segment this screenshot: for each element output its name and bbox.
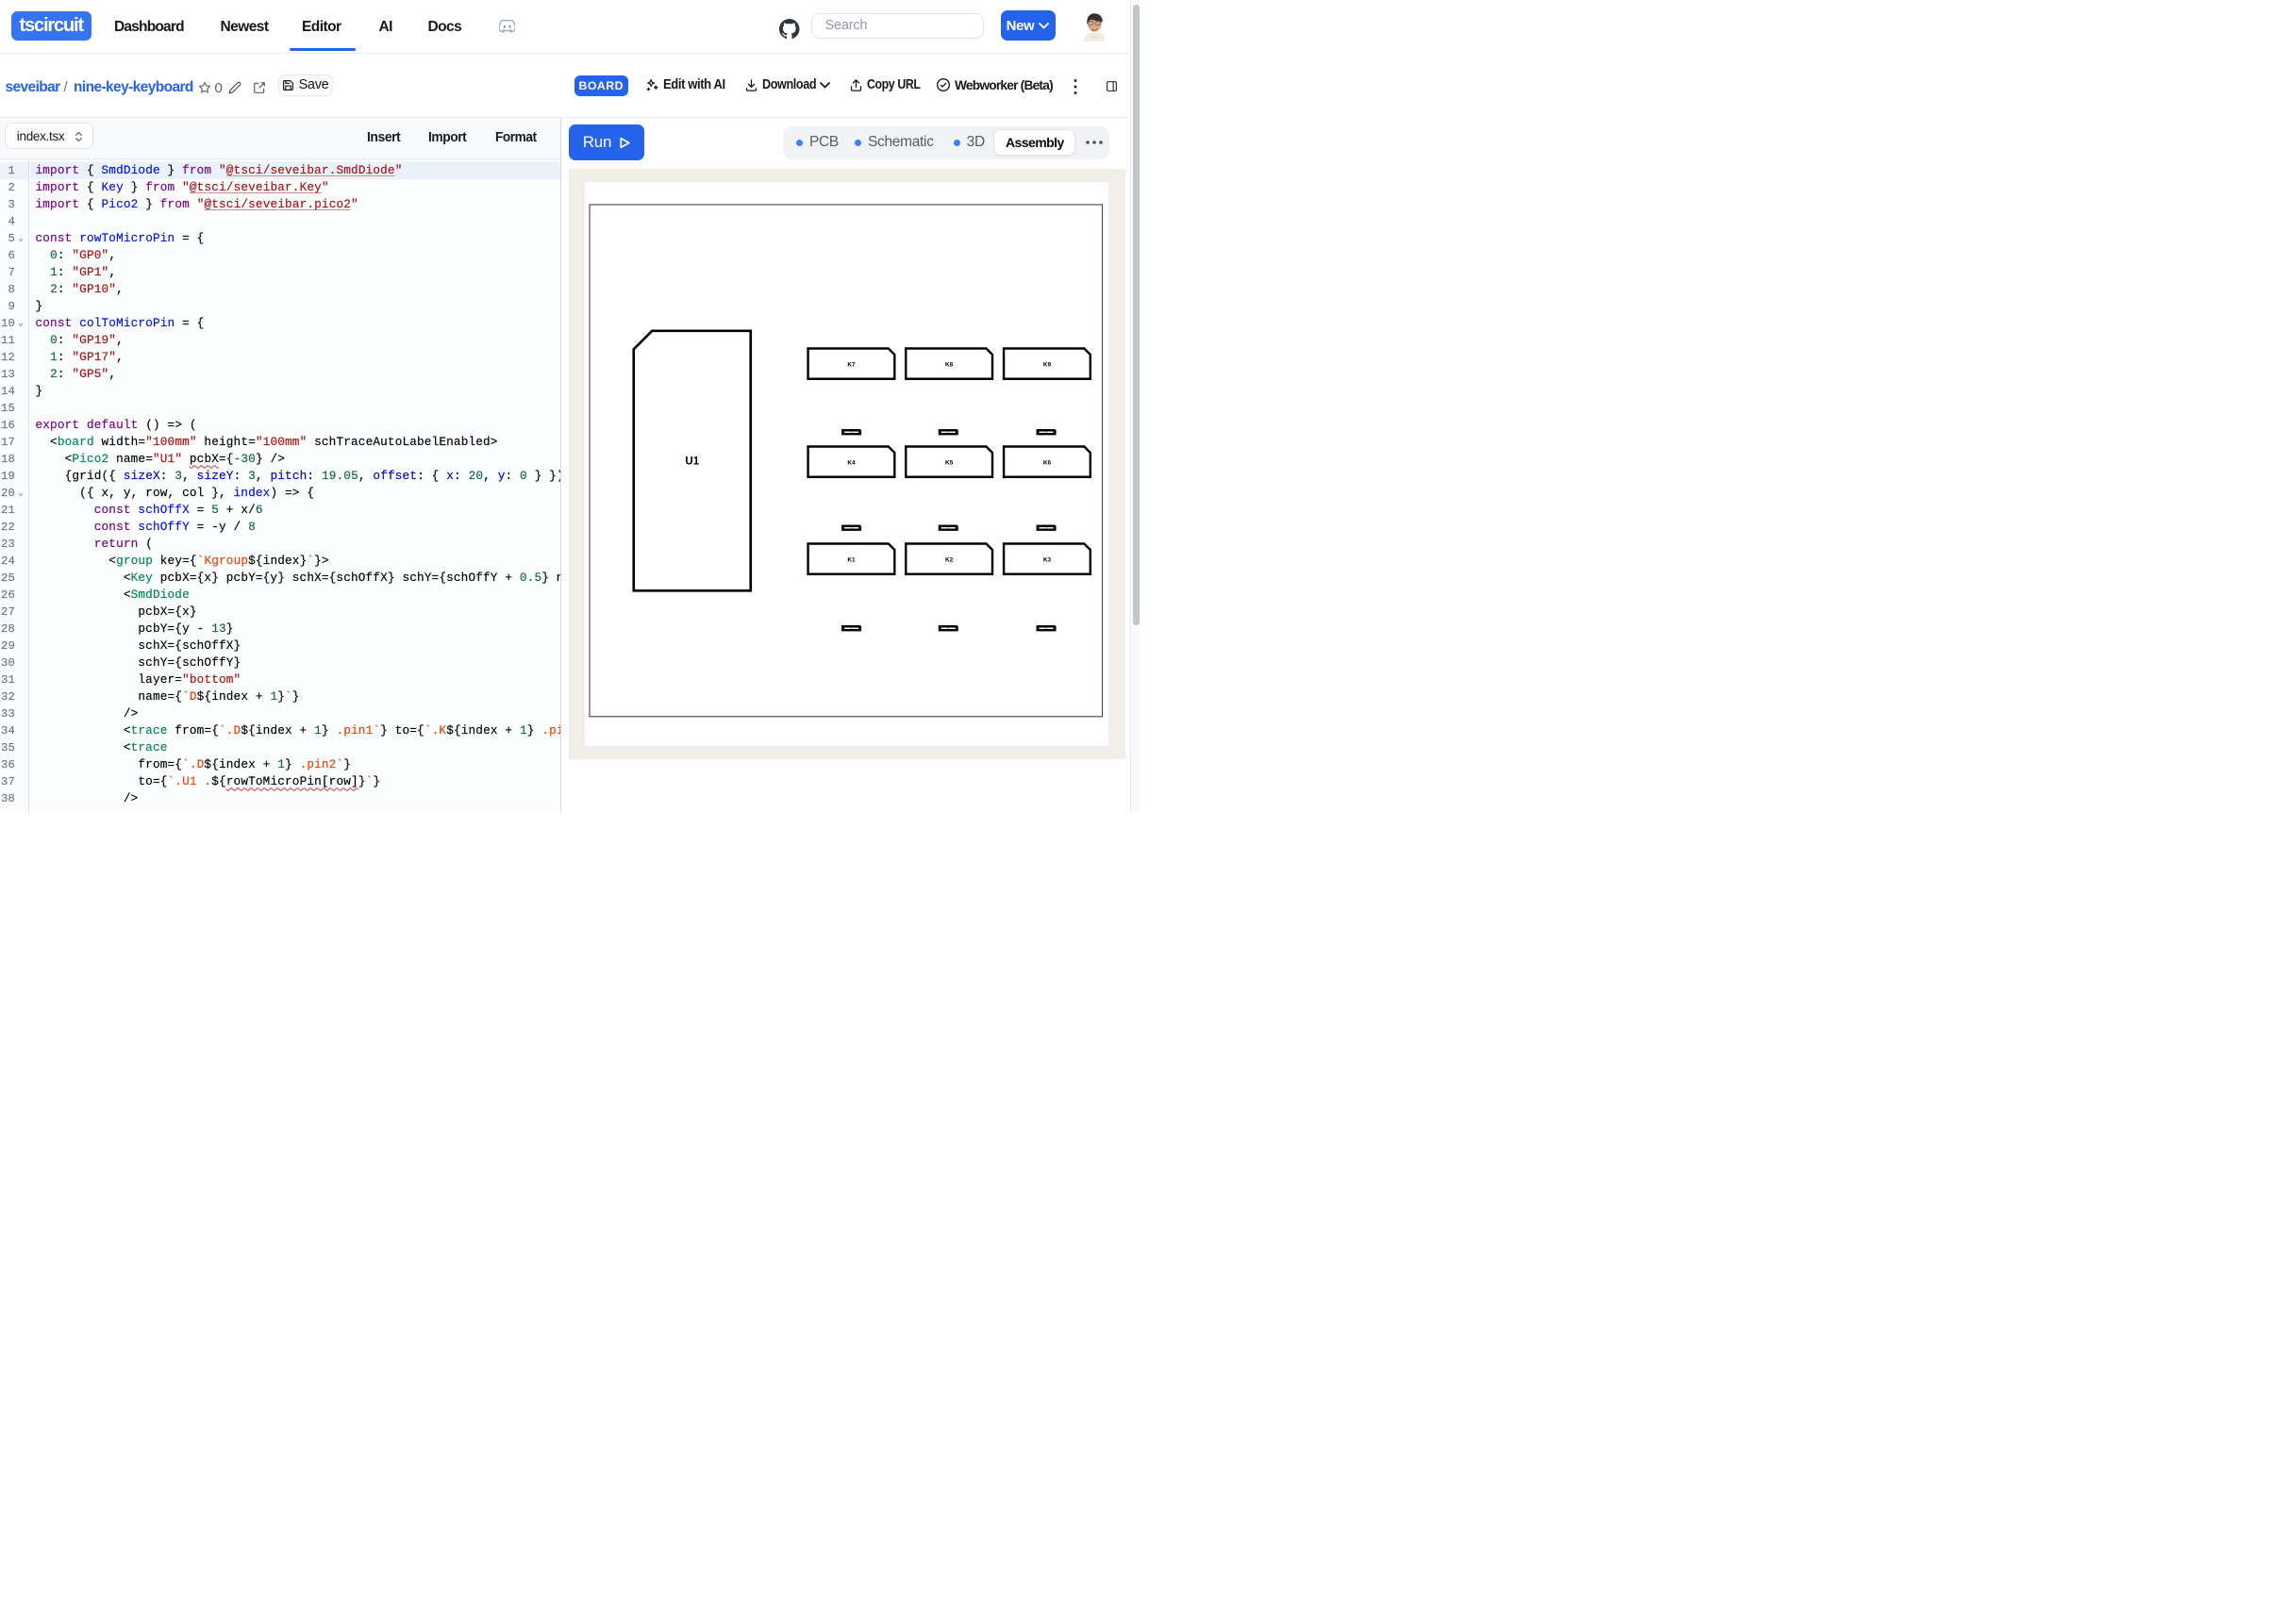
svg-text:K1: K1 (848, 556, 857, 563)
svg-text:K4: K4 (848, 459, 857, 466)
svg-text:K5: K5 (945, 459, 954, 466)
svg-text:K6: K6 (1043, 459, 1052, 466)
svg-text:K3: K3 (1043, 556, 1052, 563)
svg-text:K7: K7 (848, 361, 857, 368)
svg-text:K8: K8 (945, 361, 954, 368)
svg-text:U1: U1 (686, 456, 700, 467)
svg-text:K2: K2 (945, 556, 954, 563)
svg-text:K9: K9 (1043, 361, 1052, 368)
